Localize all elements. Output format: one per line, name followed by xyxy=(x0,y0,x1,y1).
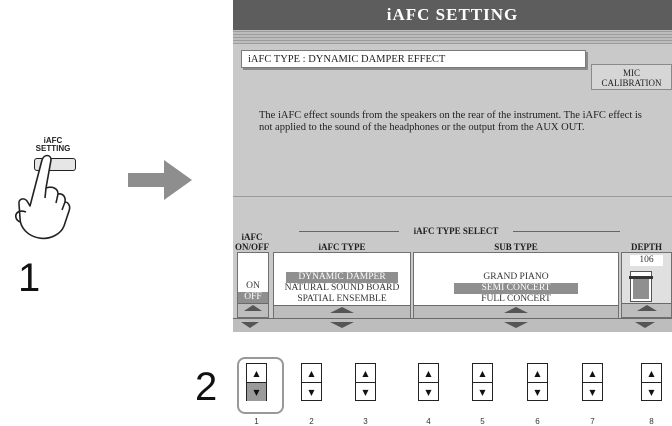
iafc-type-select-label: iAFC TYPE SELECT xyxy=(413,226,499,236)
depth-slider[interactable] xyxy=(629,271,653,302)
title-hatch-band xyxy=(233,30,672,44)
panel-button-6[interactable]: ▲ ▼ xyxy=(527,363,548,401)
panel-number-3: 3 xyxy=(363,417,368,426)
step-number-2: 2 xyxy=(195,365,218,409)
type-option-natural-sound-board[interactable]: NATURAL SOUND BOARD xyxy=(274,283,410,294)
down-arrow-icon[interactable] xyxy=(241,322,259,328)
depth-slider-fill xyxy=(633,277,649,299)
down-button[interactable]: ▼ xyxy=(473,383,492,401)
onoff-option-on[interactable]: ON xyxy=(238,281,268,292)
up-button[interactable]: ▲ xyxy=(302,364,321,383)
type-option-dynamic-damper[interactable]: DYNAMIC DAMPER xyxy=(286,272,398,283)
panel-number-8: 8 xyxy=(649,417,654,426)
sub-type-header: SUB TYPE xyxy=(494,242,538,252)
panel-number-2: 2 xyxy=(309,417,314,426)
up-button[interactable]: ▲ xyxy=(528,364,547,383)
up-arrow-icon[interactable] xyxy=(244,305,262,311)
up-button[interactable]: ▲ xyxy=(356,364,375,383)
lcd-screen: iAFC SETTING iAFC TYPE : DYNAMIC DAMPER … xyxy=(233,0,672,318)
up-arrow-icon[interactable] xyxy=(636,305,657,311)
panel-button-4[interactable]: ▲ ▼ xyxy=(418,363,439,401)
iafc-type-column[interactable]: DYNAMIC DAMPER NATURAL SOUND BOARD SPATI… xyxy=(273,252,411,318)
up-button[interactable]: ▲ xyxy=(419,364,438,383)
panel-button-8[interactable]: ▲ ▼ xyxy=(641,363,662,401)
mic-calibration-button[interactable]: MIC CALIBRATION xyxy=(591,64,672,90)
subtype-option-semi-concert[interactable]: SEMI CONCERT xyxy=(454,283,578,294)
up-button[interactable]: ▲ xyxy=(642,364,661,383)
up-button[interactable]: ▲ xyxy=(247,364,266,383)
iafc-type-header: iAFC TYPE xyxy=(318,242,366,252)
sub-type-column[interactable]: GRAND PIANO SEMI CONCERT FULL CONCERT xyxy=(413,252,619,318)
panel-button-7[interactable]: ▲ ▼ xyxy=(582,363,603,401)
right-arrow-icon xyxy=(128,160,192,200)
down-button[interactable]: ▼ xyxy=(247,383,266,401)
panel-number-1: 1 xyxy=(254,417,259,426)
panel-button-1[interactable]: ▲ ▼ xyxy=(246,363,267,401)
subtype-option-full-concert[interactable]: FULL CONCERT xyxy=(414,294,618,305)
down-button[interactable]: ▼ xyxy=(419,383,438,401)
down-button[interactable]: ▼ xyxy=(528,383,547,401)
subtype-arrows[interactable] xyxy=(414,305,618,318)
depth-header: DEPTH xyxy=(630,242,662,252)
iafc-type-field: iAFC TYPE : DYNAMIC DAMPER EFFECT xyxy=(241,50,586,68)
down-button[interactable]: ▼ xyxy=(642,383,661,401)
down-button[interactable]: ▼ xyxy=(356,383,375,401)
onoff-arrows[interactable] xyxy=(238,303,268,317)
up-arrow-icon[interactable] xyxy=(504,307,528,313)
mic-calibration-line2: CALIBRATION xyxy=(601,78,662,88)
group-line-right xyxy=(513,231,620,232)
onoff-option-off[interactable]: OFF xyxy=(238,292,268,303)
depth-slider-knob[interactable] xyxy=(629,276,653,279)
up-arrow-icon[interactable] xyxy=(330,307,354,313)
panel-number-7: 7 xyxy=(590,417,595,426)
lcd-bottom-strip xyxy=(233,318,672,332)
down-button[interactable]: ▼ xyxy=(302,383,321,401)
type-option-spatial-ensemble[interactable]: SPATIAL ENSEMBLE xyxy=(274,294,410,305)
depth-column[interactable]: 106 xyxy=(621,252,672,318)
onoff-header-line2: ON/OFF xyxy=(235,242,269,252)
mic-calibration-line1: MIC xyxy=(622,68,640,78)
down-arrow-icon[interactable] xyxy=(635,322,655,328)
onoff-header-line1: iAFC xyxy=(241,232,263,242)
up-button[interactable]: ▲ xyxy=(583,364,602,383)
down-button[interactable]: ▼ xyxy=(583,383,602,401)
group-line-left xyxy=(299,231,399,232)
panel-button-5[interactable]: ▲ ▼ xyxy=(472,363,493,401)
depth-value: 106 xyxy=(630,255,663,266)
screen-title: iAFC SETTING xyxy=(233,0,672,30)
separator-line xyxy=(233,196,672,197)
subtype-option-grand-piano[interactable]: GRAND PIANO xyxy=(414,272,618,283)
up-button[interactable]: ▲ xyxy=(473,364,492,383)
description-text: The iAFC effect sounds from the speakers… xyxy=(259,110,642,133)
panel-number-5: 5 xyxy=(480,417,485,426)
type-arrows[interactable] xyxy=(274,305,410,318)
step-number-1: 1 xyxy=(18,256,41,300)
onoff-column[interactable]: ON OFF xyxy=(237,252,269,318)
down-arrow-icon[interactable] xyxy=(330,322,354,328)
panel-button-2[interactable]: ▲ ▼ xyxy=(301,363,322,401)
panel-number-6: 6 xyxy=(535,417,540,426)
depth-arrows[interactable] xyxy=(622,303,671,317)
down-arrow-icon[interactable] xyxy=(504,322,528,328)
panel-button-3[interactable]: ▲ ▼ xyxy=(355,363,376,401)
onoff-header: iAFC ON/OFF xyxy=(235,232,269,252)
pointing-hand-icon xyxy=(14,154,71,240)
panel-number-4: 4 xyxy=(426,417,431,426)
